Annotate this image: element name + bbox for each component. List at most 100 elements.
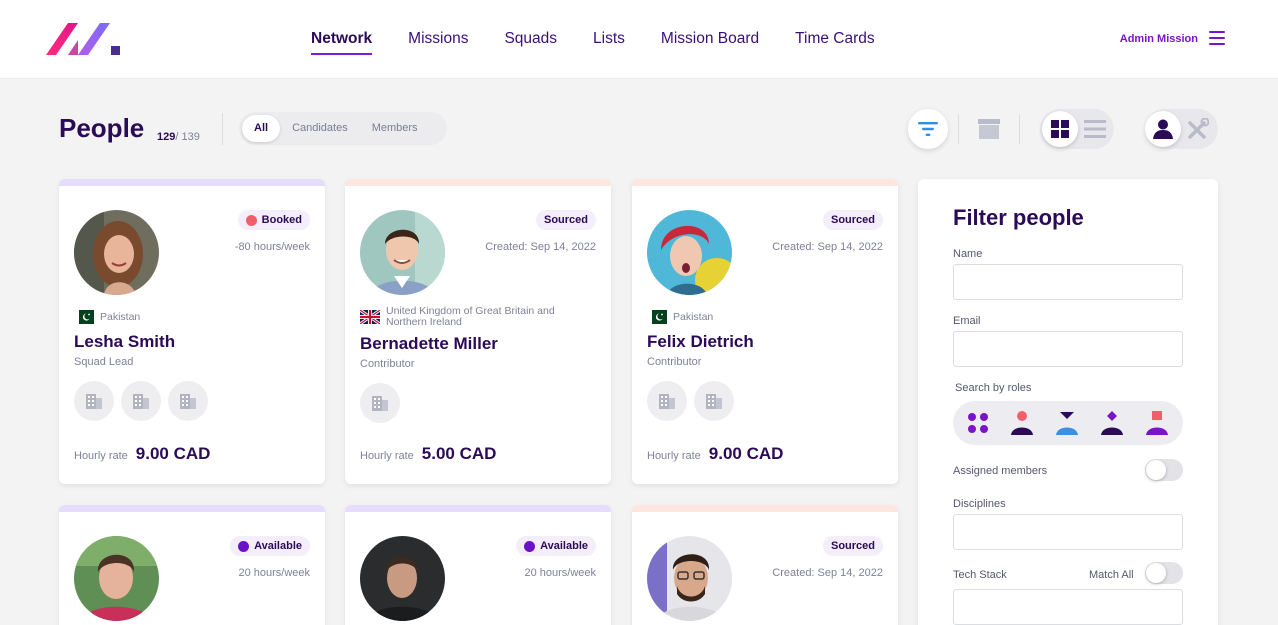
role-manager-icon[interactable] xyxy=(1100,411,1124,435)
top-navigation-bar: Network Missions Squads Lists Mission Bo… xyxy=(0,0,1278,79)
person-role: Contributor xyxy=(647,356,702,368)
pakistan-flag-icon xyxy=(74,310,94,324)
person-name[interactable]: Lesha Smith xyxy=(74,332,175,352)
created-date: Created: Sep 14, 2022 xyxy=(772,241,883,253)
name-input[interactable] xyxy=(953,264,1183,300)
nav-time-cards[interactable]: Time Cards xyxy=(795,30,875,50)
person-name[interactable]: Felix Dietrich xyxy=(647,332,754,352)
email-input[interactable] xyxy=(953,331,1183,367)
country: Pakistan xyxy=(647,310,713,324)
roles-label: Search by roles xyxy=(955,382,1032,394)
status-badge: Sourced xyxy=(822,536,883,556)
person-card[interactable]: Sourced Created: Sep 14, 2022 xyxy=(632,505,898,625)
role-specialist-icon[interactable] xyxy=(1145,411,1169,435)
status-badge: Sourced xyxy=(822,210,883,230)
nav-mission-board[interactable]: Mission Board xyxy=(661,30,759,50)
card-stripe xyxy=(59,505,325,512)
archive-icon[interactable] xyxy=(978,119,1000,139)
avatar xyxy=(647,536,732,621)
company-chip[interactable] xyxy=(121,381,161,421)
avatar xyxy=(360,210,445,295)
hamburger-menu-icon[interactable] xyxy=(1209,31,1225,45)
role-selector xyxy=(953,401,1183,445)
grid-view-button[interactable] xyxy=(1042,111,1078,147)
country: United Kingdom of Great Britain and Nort… xyxy=(360,306,596,328)
tab-all[interactable]: All xyxy=(242,115,281,142)
nav-squads[interactable]: Squads xyxy=(504,30,557,50)
building-icon xyxy=(372,396,388,411)
assigned-members-toggle[interactable] xyxy=(1145,459,1183,481)
nav-missions[interactable]: Missions xyxy=(408,30,468,50)
status-badge: Sourced xyxy=(535,210,596,230)
person-icon xyxy=(1153,119,1173,139)
hours-per-week: 20 hours/week xyxy=(238,567,310,579)
filter-panel: Filter people Name Email Search by roles… xyxy=(918,179,1218,625)
company-chip[interactable] xyxy=(694,381,734,421)
status-badge: Available xyxy=(516,536,596,556)
view-toggle xyxy=(1040,109,1114,149)
person-card[interactable]: Available 20 hours/week xyxy=(345,505,611,625)
brand-logo[interactable] xyxy=(46,22,122,56)
status-badge: Available xyxy=(230,536,310,556)
disciplines-input[interactable] xyxy=(953,514,1183,550)
company-chip[interactable] xyxy=(360,383,400,423)
nav-network[interactable]: Network xyxy=(311,30,373,55)
building-icon xyxy=(133,394,149,409)
divider xyxy=(958,114,959,144)
status-text: Sourced xyxy=(830,540,875,552)
company-chip[interactable] xyxy=(647,381,687,421)
count-total: / 139 xyxy=(175,131,200,143)
building-icon xyxy=(706,394,722,409)
company-chip[interactable] xyxy=(168,381,208,421)
match-all-toggle[interactable] xyxy=(1145,562,1183,584)
company-chips xyxy=(360,383,400,423)
hourly-rate: Hourly rate 5.00 CAD xyxy=(360,444,496,464)
hourly-rate: Hourly rate 9.00 CAD xyxy=(647,444,783,464)
status-text: Sourced xyxy=(543,214,588,226)
hourly-rate: Hourly rate 9.00 CAD xyxy=(74,444,210,464)
person-card[interactable]: Sourced Created: Sep 14, 2022 United Kin… xyxy=(345,179,611,484)
created-date: Created: Sep 14, 2022 xyxy=(772,567,883,579)
tools-icon[interactable] xyxy=(1187,118,1209,140)
grid-view-icon xyxy=(1051,120,1069,138)
role-view-toggle xyxy=(1145,109,1218,149)
card-stripe xyxy=(345,505,611,512)
nav-lists[interactable]: Lists xyxy=(593,30,625,50)
person-card[interactable]: Sourced Created: Sep 14, 2022 Pakistan F… xyxy=(632,179,898,484)
tab-candidates[interactable]: Candidates xyxy=(280,115,360,142)
company-chips xyxy=(647,381,734,421)
building-icon xyxy=(659,394,675,409)
list-view-icon[interactable] xyxy=(1084,120,1106,138)
person-name[interactable]: Bernadette Miller xyxy=(360,334,498,354)
avatar xyxy=(360,536,445,621)
person-role: Contributor xyxy=(360,358,415,370)
avatar xyxy=(74,210,159,295)
tab-members[interactable]: Members xyxy=(360,115,430,142)
status-text: Available xyxy=(254,540,302,552)
person-view-button[interactable] xyxy=(1145,111,1181,147)
rate-label: Hourly rate xyxy=(74,450,128,462)
avatar xyxy=(647,210,732,295)
filter-button[interactable] xyxy=(908,109,948,149)
admin-user-label[interactable]: Admin Mission xyxy=(1120,33,1198,45)
person-card[interactable]: Booked -80 hours/week Pakistan Lesha Smi… xyxy=(59,179,325,484)
rate-value: 9.00 CAD xyxy=(135,444,211,463)
card-stripe xyxy=(59,179,325,186)
pakistan-flag-icon xyxy=(647,310,667,324)
tech-stack-input[interactable] xyxy=(953,589,1183,625)
hours-per-week: -80 hours/week xyxy=(234,241,310,253)
status-text: Available xyxy=(540,540,588,552)
person-card[interactable]: Available 20 hours/week xyxy=(59,505,325,625)
hours-per-week: 20 hours/week xyxy=(524,567,596,579)
country: Pakistan xyxy=(74,310,140,324)
company-chip[interactable] xyxy=(74,381,114,421)
divider xyxy=(222,113,223,145)
role-contributor-icon[interactable] xyxy=(1055,411,1079,435)
card-stripe xyxy=(632,505,898,512)
people-count: 129/ 139 xyxy=(157,131,200,143)
all-roles-icon[interactable] xyxy=(967,412,989,434)
role-lead-icon[interactable] xyxy=(1010,411,1034,435)
country-name: Pakistan xyxy=(673,311,714,323)
main-nav: Network Missions Squads Lists Mission Bo… xyxy=(311,0,875,79)
avatar xyxy=(74,536,159,621)
